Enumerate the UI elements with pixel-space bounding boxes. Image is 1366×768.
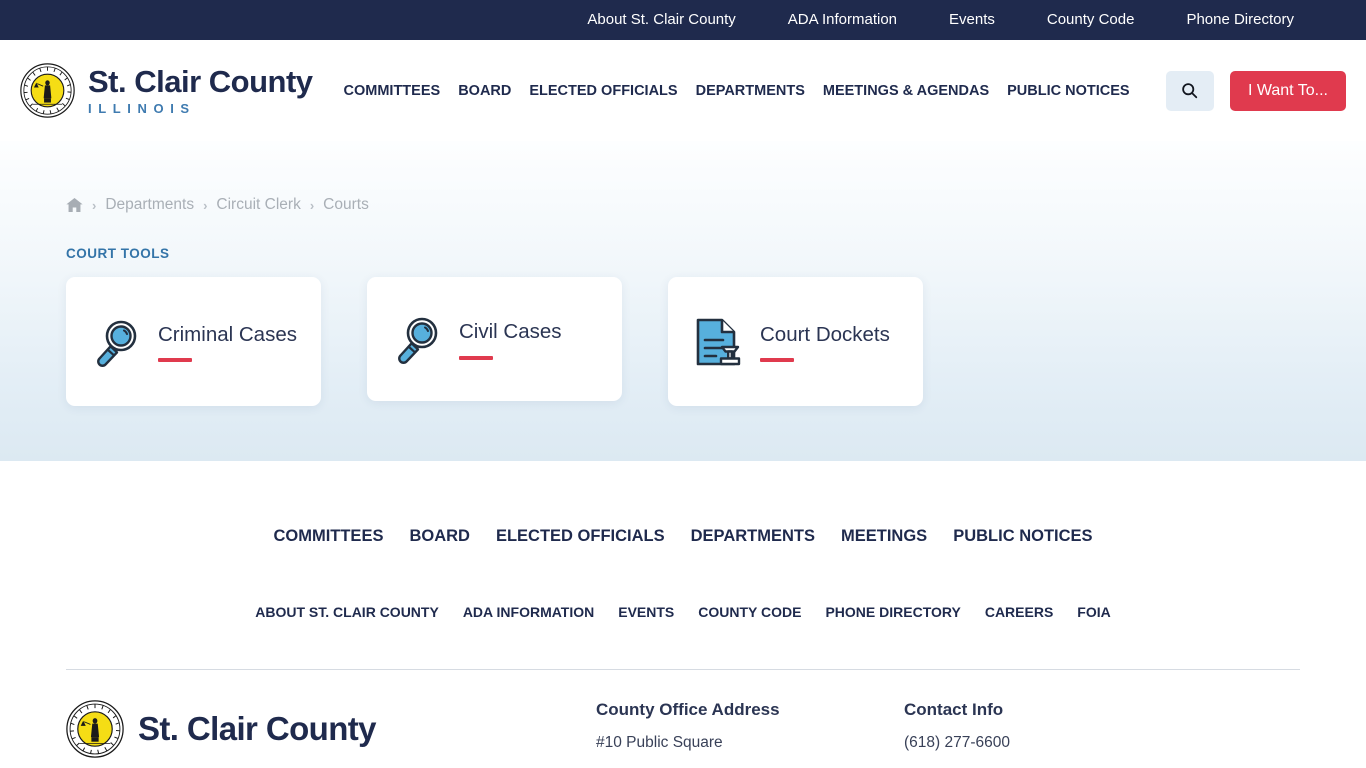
breadcrumb-separator-1: › xyxy=(92,197,97,213)
footer-nav-departments[interactable]: DEPARTMENTS xyxy=(678,527,828,546)
breadcrumb-departments[interactable]: Departments xyxy=(105,196,194,214)
breadcrumb-separator-2: › xyxy=(203,197,208,213)
i-want-to-button[interactable]: I Want To... xyxy=(1229,70,1346,111)
topbar-link-county-code[interactable]: County Code xyxy=(1021,0,1161,40)
footer-contact-heading: Contact Info xyxy=(904,700,1004,719)
search-button[interactable] xyxy=(1165,70,1214,111)
brand-name: St. Clair County xyxy=(88,64,313,99)
topbar-link-ada[interactable]: ADA Information xyxy=(762,0,923,40)
footer-nav-committees[interactable]: COMMITTEES xyxy=(260,527,396,546)
footer-nav-foia[interactable]: FOIA xyxy=(1065,604,1122,620)
site-footer: COMMITTEES BOARD ELECTED OFFICIALS DEPAR… xyxy=(0,461,1366,758)
card-court-dockets[interactable]: Court Dockets xyxy=(668,277,923,406)
magnifying-glass-icon xyxy=(389,311,445,367)
county-seal-icon xyxy=(66,700,124,758)
brand-subtitle: ILLINOIS xyxy=(88,101,196,116)
footer-address-heading: County Office Address xyxy=(596,700,780,719)
footer-nav-board[interactable]: BOARD xyxy=(396,527,483,546)
footer-nav-events[interactable]: EVENTS xyxy=(606,604,686,620)
court-tools-cards: Criminal Cases Civil Cases Court Dockets xyxy=(66,277,1300,406)
breadcrumb-separator-3: › xyxy=(309,197,315,213)
footer-secondary-nav: ABOUT ST. CLAIR COUNTY ADA INFORMATION E… xyxy=(0,546,1366,620)
footer-nav-about[interactable]: ABOUT ST. CLAIR COUNTY xyxy=(243,604,451,620)
search-icon xyxy=(1181,82,1198,99)
nav-meetings-agendas[interactable]: MEETINGS & AGENDAS xyxy=(814,83,998,99)
topbar-link-phone-directory[interactable]: Phone Directory xyxy=(1160,0,1320,40)
topbar-link-about[interactable]: About St. Clair County xyxy=(561,0,761,40)
footer-address-line1: #10 Public Square xyxy=(596,734,723,751)
header-actions: I Want To... xyxy=(1165,70,1346,111)
site-header: St. Clair County ILLINOIS COMMITTEES BOA… xyxy=(0,40,1366,141)
card-title: Civil Cases xyxy=(459,320,562,344)
county-seal-icon xyxy=(20,63,75,118)
card-civil-cases[interactable]: Civil Cases xyxy=(367,277,622,401)
footer-nav-elected-officials[interactable]: ELECTED OFFICIALS xyxy=(483,527,678,546)
footer-contact-block: Contact Info (618) 277-6600 xyxy=(904,700,1010,758)
nav-departments[interactable]: DEPARTMENTS xyxy=(687,83,814,99)
footer-nav-meetings[interactable]: MEETINGS xyxy=(828,527,940,546)
breadcrumb-circuit-clerk[interactable]: Circuit Clerk xyxy=(216,196,300,214)
footer-nav-county-code[interactable]: COUNTY CODE xyxy=(686,604,813,620)
footer-nav-ada[interactable]: ADA INFORMATION xyxy=(451,604,606,620)
breadcrumb-courts: Courts xyxy=(323,196,369,213)
hero-section: › Departments › Circuit Clerk › Courts C… xyxy=(0,141,1366,461)
site-logo[interactable]: St. Clair County ILLINOIS xyxy=(20,63,313,118)
footer-nav-careers[interactable]: CAREERS xyxy=(973,604,1065,620)
card-accent-rule xyxy=(459,355,493,360)
topbar-link-events[interactable]: Events xyxy=(923,0,1021,40)
document-stamp-icon xyxy=(690,314,746,370)
footer-brand-name: St. Clair County xyxy=(138,709,377,747)
top-utility-nav: About St. Clair County ADA Information E… xyxy=(561,0,1320,40)
footer-bottom: St. Clair County County Office Address #… xyxy=(0,670,1366,758)
nav-committees[interactable]: COMMITTEES xyxy=(335,83,450,99)
card-accent-rule xyxy=(760,358,794,363)
card-title: Court Dockets xyxy=(760,322,890,346)
breadcrumb: › Departments › Circuit Clerk › Courts xyxy=(66,141,1300,214)
footer-primary-nav: COMMITTEES BOARD ELECTED OFFICIALS DEPAR… xyxy=(0,461,1366,546)
footer-logo[interactable]: St. Clair County xyxy=(66,700,596,758)
footer-contact-phone[interactable]: (618) 277-6600 xyxy=(904,730,1010,756)
top-utility-bar: About St. Clair County ADA Information E… xyxy=(0,0,1366,40)
magnifying-glass-icon xyxy=(88,314,144,370)
card-accent-rule xyxy=(158,358,192,363)
home-icon[interactable] xyxy=(66,197,83,213)
nav-public-notices[interactable]: PUBLIC NOTICES xyxy=(998,83,1138,99)
nav-elected-officials[interactable]: ELECTED OFFICIALS xyxy=(520,83,686,99)
main-navigation: COMMITTEES BOARD ELECTED OFFICIALS DEPAR… xyxy=(335,83,1166,99)
footer-nav-public-notices[interactable]: PUBLIC NOTICES xyxy=(940,527,1105,546)
section-label-court-tools: COURT TOOLS xyxy=(66,246,170,261)
card-title: Criminal Cases xyxy=(158,322,297,346)
footer-address-block: County Office Address #10 Public Square xyxy=(596,700,904,758)
footer-nav-phone-directory[interactable]: PHONE DIRECTORY xyxy=(813,604,972,620)
card-criminal-cases[interactable]: Criminal Cases xyxy=(66,277,321,406)
nav-board[interactable]: BOARD xyxy=(449,83,520,99)
